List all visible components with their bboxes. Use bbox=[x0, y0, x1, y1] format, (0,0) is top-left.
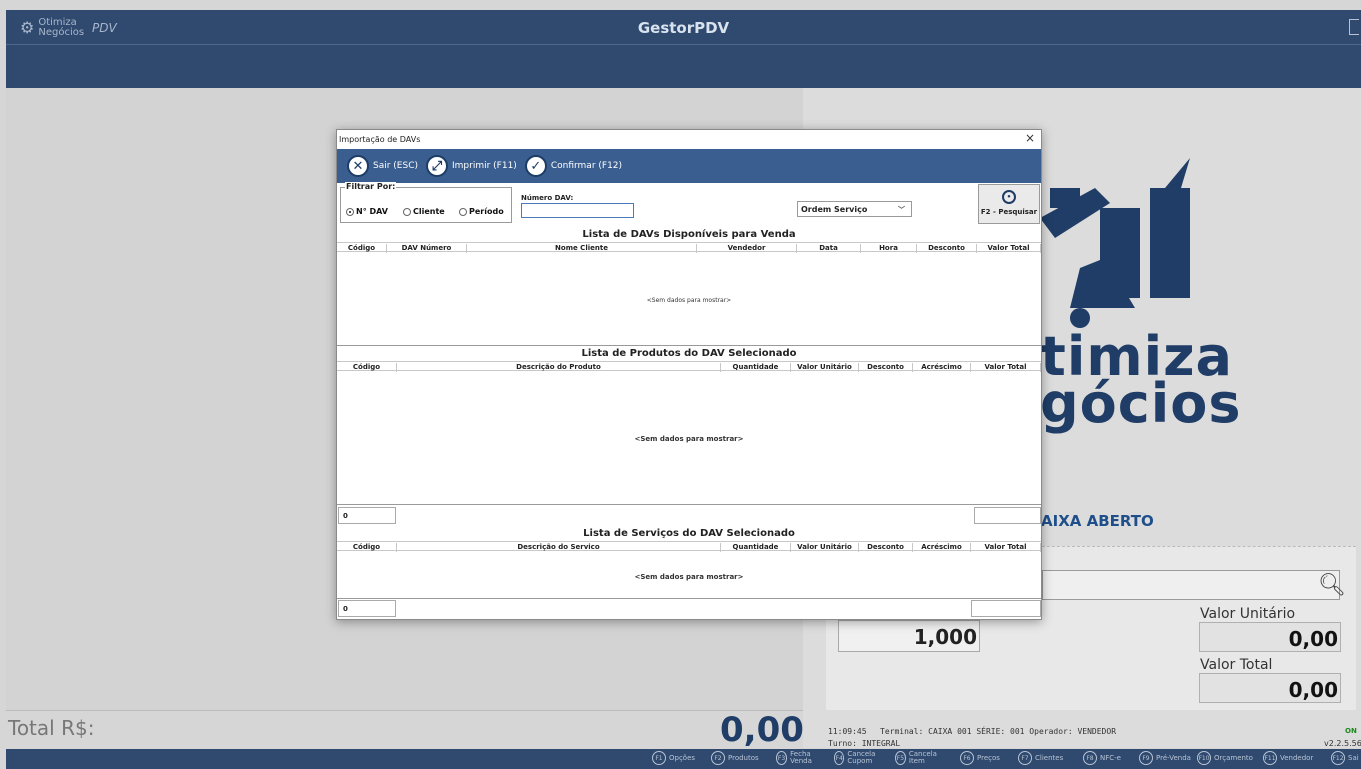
window-button[interactable] bbox=[1349, 19, 1359, 35]
product-search-input[interactable] bbox=[1042, 570, 1340, 600]
close-circle-icon: ✕ bbox=[347, 155, 369, 177]
col-header[interactable]: Desconto bbox=[917, 244, 977, 253]
check-icon: ✓ bbox=[524, 155, 547, 177]
fkey-f10[interactable]: F10 Orçamento bbox=[1197, 751, 1253, 765]
chevron-down-icon: ﹀ bbox=[898, 206, 905, 214]
col-header[interactable]: Descrição do Servico bbox=[397, 543, 721, 552]
divider bbox=[337, 598, 1041, 599]
davs-header: Código DAV Número Nome Cliente Vendedor … bbox=[337, 242, 1041, 253]
expand-icon: ⤢ bbox=[426, 155, 448, 177]
col-header[interactable]: Acréscimo bbox=[913, 363, 971, 372]
title-bar: ⚙ Otimiza Negócios PDV GestorPDV bbox=[6, 10, 1361, 45]
fkey-f9[interactable]: F9 Pré-Venda bbox=[1139, 751, 1191, 765]
davs-title: Lista de DAVs Disponíveis para Venda bbox=[582, 229, 796, 240]
fkey-f11[interactable]: F11 Vendedor bbox=[1263, 751, 1313, 765]
col-header[interactable]: Nome Cliente bbox=[467, 244, 697, 253]
dialog-titlebar: Importação de DAVs × bbox=[337, 130, 1041, 148]
radio-dav[interactable]: N° DAV bbox=[346, 207, 388, 216]
total-value: 0,00 bbox=[720, 710, 804, 750]
fkey-f7[interactable]: F7 Clientes bbox=[1018, 751, 1063, 765]
unit-price-field: 0,00 bbox=[1199, 622, 1341, 652]
col-header[interactable]: Hora bbox=[861, 244, 917, 253]
confirmar-button[interactable]: ✓ Confirmar (F12) bbox=[524, 155, 622, 177]
cashier-status: AIXA ABERTO bbox=[1041, 512, 1154, 530]
app-title: GestorPDV bbox=[637, 19, 730, 37]
divider bbox=[337, 504, 1041, 505]
online-badge: ON bbox=[1345, 727, 1357, 735]
imprimir-button[interactable]: ⤢ Imprimir (F11) bbox=[426, 155, 517, 177]
fkey-f4[interactable]: F4 Cancela Cupom bbox=[834, 751, 886, 765]
radio-cliente[interactable]: Cliente bbox=[403, 207, 445, 216]
servicos-total bbox=[971, 600, 1041, 617]
filter-legend: Filtrar Por: bbox=[345, 182, 397, 191]
numero-dav-label: Número DAV: bbox=[521, 194, 574, 202]
divider bbox=[337, 345, 1041, 346]
filter-group: Filtrar Por: N° DAV Cliente Período bbox=[340, 182, 512, 223]
servicos-title: Lista de Serviços do DAV Selecionado bbox=[583, 528, 795, 539]
col-header[interactable]: Desconto bbox=[859, 543, 913, 552]
status-turno: Turno: INTEGRAL bbox=[828, 739, 901, 748]
dialog-title: Importação de DAVs bbox=[339, 135, 421, 144]
produtos-total bbox=[974, 507, 1041, 524]
fkey-f12[interactable]: F12 Sai bbox=[1331, 751, 1359, 765]
toolbar-strip bbox=[6, 45, 1361, 88]
col-header[interactable]: DAV Número bbox=[387, 244, 467, 253]
close-icon[interactable]: × bbox=[1025, 131, 1035, 145]
quantity-field[interactable]: 1,000 bbox=[838, 620, 980, 652]
brand-text-line2: gócios bbox=[1040, 372, 1242, 435]
divider bbox=[6, 710, 803, 711]
col-header[interactable]: Valor Unitário bbox=[791, 543, 859, 552]
search-icon: • bbox=[1002, 190, 1016, 204]
fkey-f5[interactable]: F5 Cancela Item bbox=[895, 751, 943, 765]
produtos-count: 0 bbox=[338, 507, 396, 524]
servicos-header: Código Descrição do Servico Quantidade V… bbox=[337, 541, 1041, 552]
total-price-field: 0,00 bbox=[1199, 673, 1341, 703]
servicos-count: 0 bbox=[338, 600, 396, 617]
numero-dav-input[interactable] bbox=[521, 203, 634, 218]
fkey-f1[interactable]: F1 Opções bbox=[652, 751, 695, 765]
sair-button[interactable]: ✕ Sair (ESC) bbox=[347, 155, 418, 177]
col-header[interactable]: Valor Total bbox=[977, 244, 1041, 253]
fkey-f3[interactable]: F3 Fecha Venda bbox=[776, 751, 824, 765]
brand-logo-icon bbox=[1040, 158, 1190, 328]
unit-price-label: Valor Unitário bbox=[1200, 606, 1296, 622]
col-header[interactable]: Código bbox=[337, 543, 397, 552]
col-header[interactable]: Desconto bbox=[859, 363, 913, 372]
col-header[interactable]: Acréscimo bbox=[913, 543, 971, 552]
col-header[interactable]: Quantidade bbox=[721, 543, 791, 552]
tipo-select[interactable]: Ordem Serviço ﹀ bbox=[797, 201, 912, 217]
col-header[interactable]: Valor Total bbox=[971, 363, 1041, 372]
fkey-f8[interactable]: F8 NFC-e bbox=[1083, 751, 1121, 765]
fkey-f2[interactable]: F2 Produtos bbox=[711, 751, 759, 765]
fkey-f6[interactable]: F6 Preços bbox=[960, 751, 1000, 765]
pesquisar-button[interactable]: • F2 - Pesquisar bbox=[978, 184, 1040, 224]
total-price-label: Valor Total bbox=[1200, 657, 1273, 673]
produtos-empty: <Sem dados para mostrar> bbox=[634, 435, 744, 443]
davs-empty: <Sem dados para mostrar> bbox=[646, 297, 732, 304]
produtos-title: Lista de Produtos do DAV Selecionado bbox=[581, 348, 797, 359]
search-icon[interactable]: 🔍︎ bbox=[1318, 573, 1346, 598]
col-header[interactable]: Código bbox=[337, 363, 397, 372]
status-time: 11:09:45 bbox=[828, 727, 867, 736]
col-header[interactable]: Valor Total bbox=[971, 543, 1041, 552]
produtos-header: Código Descrição do Produto Quantidade V… bbox=[337, 361, 1041, 372]
total-label: Total R$: bbox=[8, 716, 95, 740]
col-header[interactable]: Valor Unitário bbox=[791, 363, 859, 372]
col-header[interactable]: Descrição do Produto bbox=[397, 363, 721, 372]
radio-periodo[interactable]: Período bbox=[459, 207, 504, 216]
dav-import-dialog: Importação de DAVs × ✕ Sair (ESC) ⤢ Impr… bbox=[336, 129, 1042, 620]
col-header[interactable]: Quantidade bbox=[721, 363, 791, 372]
col-header[interactable]: Data bbox=[797, 244, 861, 253]
servicos-empty: <Sem dados para mostrar> bbox=[634, 573, 744, 581]
version-label: v2.2.5.56 bbox=[1324, 739, 1361, 748]
status-terminal: Terminal: CAIXA 001 SÉRIE: 001 Operador:… bbox=[880, 727, 1117, 736]
col-header[interactable]: Código bbox=[337, 244, 387, 253]
dialog-toolbar: ✕ Sair (ESC) ⤢ Imprimir (F11) ✓ Confirma… bbox=[337, 149, 1041, 183]
col-header[interactable]: Vendedor bbox=[697, 244, 797, 253]
